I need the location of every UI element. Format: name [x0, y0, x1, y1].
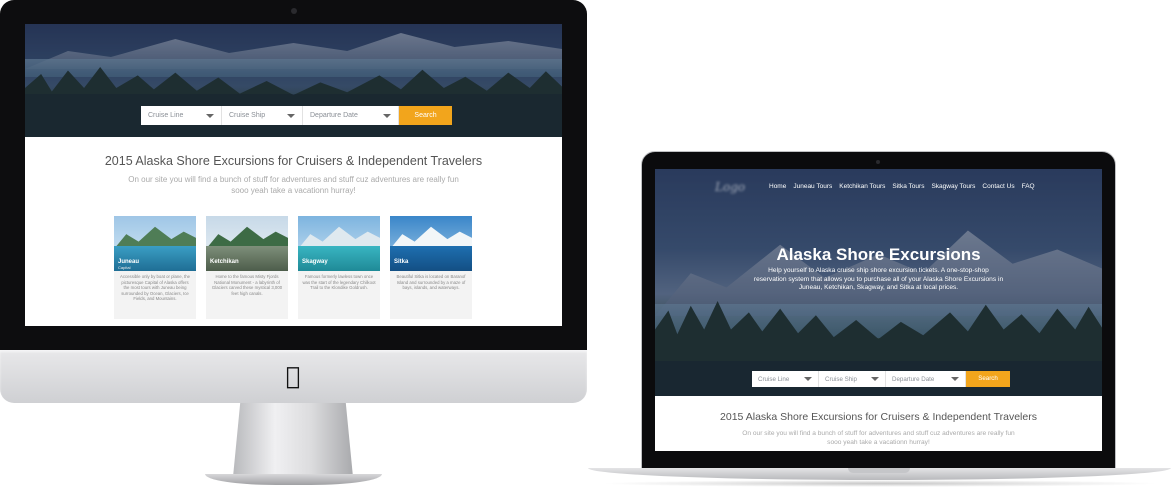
nav-home[interactable]: Home: [769, 183, 786, 190]
card-label: Skagway: [302, 259, 328, 265]
hero-title: Alaska Shore Excursions: [776, 245, 981, 264]
site-logo[interactable]: Logo: [715, 180, 745, 194]
destination-cards: Juneau Capital Accessible only by boat o…: [114, 216, 472, 319]
cruise-line-select[interactable]: Cruise Line: [141, 106, 222, 125]
cruise-line-select[interactable]: Cruise Line: [752, 371, 819, 387]
main-nav: Home Juneau Tours Ketchikan Tours Sitka …: [769, 183, 1035, 190]
card-label: Sitka: [394, 259, 409, 265]
section-subtitle: On our site you will find a bunch of stu…: [128, 175, 459, 195]
chevron-down-icon: [206, 113, 214, 118]
imac-screen: Cruise Line Cruise Ship Departure Date S…: [25, 24, 562, 326]
search-bar: Cruise Line Cruise Ship Departure Date S…: [141, 106, 452, 125]
search-button[interactable]: Search: [399, 106, 452, 125]
card-tag: Capital: [118, 265, 131, 270]
card-description: Famous formerly lawless town once was th…: [302, 274, 376, 291]
chevron-down-icon: [871, 377, 879, 381]
imac-camera: [291, 8, 297, 14]
departure-date-select[interactable]: Departure Date: [886, 371, 966, 387]
card-description: Home to the famous Misty Fjords National…: [211, 274, 283, 296]
chevron-down-icon: [383, 113, 391, 118]
apple-logo-icon: : [282, 363, 304, 389]
nav-skagway-tours[interactable]: Skagway Tours: [931, 183, 975, 190]
chevron-down-icon: [951, 377, 959, 381]
intro-section: 2015 Alaska Shore Excursions for Cruiser…: [655, 396, 1102, 451]
nav-sitka-tours[interactable]: Sitka Tours: [892, 183, 924, 190]
section-title: 2015 Alaska Shore Excursions for Cruiser…: [720, 411, 1037, 423]
intro-section: 2015 Alaska Shore Excursions for Cruiser…: [25, 137, 562, 326]
laptop-notch: [848, 468, 910, 473]
cruise-ship-select[interactable]: Cruise Ship: [819, 371, 886, 387]
card-label: Ketchikan: [210, 259, 239, 265]
nav-ketchikan-tours[interactable]: Ketchikan Tours: [839, 183, 885, 190]
hero-banner: Logo Home Juneau Tours Ketchikan Tours S…: [655, 169, 1102, 396]
cruise-ship-select[interactable]: Cruise Ship: [222, 106, 303, 125]
imac-stand: [233, 403, 353, 477]
imac-foot: [205, 474, 382, 485]
hero-description: Help yourself to Alaska cruise ship shor…: [753, 267, 1004, 292]
laptop-camera: [876, 160, 880, 164]
sitka-photo: Sitka: [390, 216, 472, 271]
nav-juneau-tours[interactable]: Juneau Tours: [793, 183, 832, 190]
section-title: 2015 Alaska Shore Excursions for Cruiser…: [104, 154, 483, 168]
card-juneau[interactable]: Juneau Capital Accessible only by boat o…: [114, 216, 196, 319]
hero-banner: Cruise Line Cruise Ship Departure Date S…: [25, 24, 562, 137]
card-description: Beautiful Sitka is located on Baranof Is…: [396, 274, 466, 291]
search-button[interactable]: Search: [966, 371, 1010, 387]
nav-contact-us[interactable]: Contact Us: [982, 183, 1014, 190]
ketchikan-photo: Ketchikan: [206, 216, 288, 271]
laptop-screen: Logo Home Juneau Tours Ketchikan Tours S…: [655, 169, 1102, 451]
departure-date-select[interactable]: Departure Date: [303, 106, 399, 125]
section-subtitle: On our site you will find a bunch of stu…: [742, 430, 1015, 446]
nav-faq[interactable]: FAQ: [1022, 183, 1035, 190]
skagway-photo: Skagway: [298, 216, 380, 271]
card-description: Accessible only by boat or plane, the pi…: [120, 274, 190, 302]
chevron-down-icon: [804, 377, 812, 381]
card-sitka[interactable]: Sitka Beautiful Sitka is located on Bara…: [390, 216, 472, 319]
card-skagway[interactable]: Skagway Famous formerly lawless town onc…: [298, 216, 380, 319]
card-ketchikan[interactable]: Ketchikan Home to the famous Misty Fjord…: [206, 216, 288, 319]
chevron-down-icon: [287, 113, 295, 118]
juneau-photo: Juneau Capital: [114, 216, 196, 271]
search-bar: Cruise Line Cruise Ship Departure Date S…: [752, 371, 1010, 387]
